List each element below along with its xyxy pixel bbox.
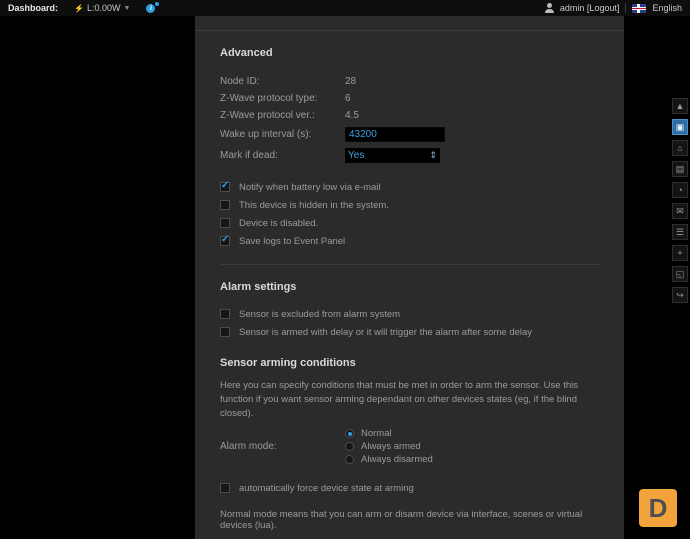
advanced-section-title: Advanced [220,47,273,59]
exit-icon: ↪ [676,289,684,300]
radio-label: Always disarmed [361,453,433,465]
mode-always-armed-radio[interactable] [345,441,354,451]
scroll-up-icon: ▲ [675,101,685,111]
move-icon: + [677,248,683,258]
power-consumption-widget[interactable]: ⚡ L:0.00W ▼ [74,3,130,13]
divider [625,3,627,13]
side-toolbar: ▲ ▣ ⌂ ▤ ◔ ✉ ☰ + ◱ ↪ [672,98,688,303]
checkbox-label: Save logs to Event Panel [239,235,346,247]
field-row: Mark if dead: Yes ⇕ [220,145,600,166]
checkbox-label: Sensor is armed with delay or it will tr… [239,326,533,338]
popout-button[interactable]: ◱ [672,266,688,282]
field-label: Z-Wave protocol ver.: [220,110,315,121]
sensor-arming-title: Sensor arming conditions [220,357,356,369]
field-row: Wake up interval (s): [220,124,600,145]
force-device-state-checkbox[interactable]: ✓ [220,483,230,494]
move-button[interactable]: + [672,245,688,261]
user-icon [544,3,554,13]
chevron-down-icon: ▼ [123,4,131,12]
topbar: Dashboard: ⚡ L:0.00W ▼ i admin [Logout] … [0,0,690,16]
mark-if-dead-select[interactable]: Yes ⇕ [345,148,440,163]
power-value: L:0.00W [86,3,121,13]
info-icon[interactable]: i [146,1,160,13]
lightning-icon: ⚡ [74,3,84,13]
field-row: Z-Wave protocol ver.: 4.5 [220,107,600,124]
normal-mode-note: Normal mode means that you can arm or di… [220,509,583,532]
save-logs-checkbox[interactable]: ✓ [220,234,230,246]
save-button[interactable]: ▣ [672,119,688,135]
field-row: Z-Wave protocol type: 6 [220,90,600,107]
mode-normal-radio[interactable] [345,428,354,438]
gauge-button[interactable]: ◔ [672,182,688,198]
checkbox-row: ✓ automatically force device state at ar… [220,479,600,497]
check-icon: ✓ [221,180,230,191]
node-id-value: 28 [345,76,357,87]
checkbox-row: ✓ This device is hidden in the system. [220,196,600,214]
checkbox-label: Notify when battery low via e-mail [239,181,381,193]
field-row: Node ID: 28 [220,73,600,90]
device-hidden-checkbox[interactable]: ✓ [220,200,230,210]
checkbox-label: Device is disabled. [239,217,319,229]
wake-up-interval-input[interactable] [345,127,445,142]
armed-with-delay-checkbox[interactable]: ✓ [220,327,230,337]
screen: Dashboard: ⚡ L:0.00W ▼ i admin [Logout] … [0,0,690,539]
messages-icon: ✉ [676,205,684,216]
arming-description: Here you can specify conditions that mus… [220,380,579,419]
checkbox-row: ✓ Save logs to Event Panel [220,232,600,250]
select-stepper-icon: ⇕ [429,150,437,160]
checkbox-row: ✓ Device is disabled. [220,214,600,232]
checkbox-row: ✓ Sensor is armed with delay or it will … [220,323,600,341]
scroll-up-button[interactable]: ▲ [672,98,688,114]
language-flag-icon [632,3,647,13]
device-settings-panel: Advanced Node ID: 28 Z-Wave protocol typ… [195,16,624,539]
dashboard-label: Dashboard: [8,3,59,13]
field-label: Node ID: [220,76,260,87]
logs-button[interactable]: ☰ [672,224,688,240]
alarm-settings-title: Alarm settings [220,281,297,293]
field-label: Z-Wave protocol type: [220,93,318,104]
radio-row: Normal [345,427,433,439]
checkbox-row: ✓ Notify when battery low via e-mail [220,178,600,196]
notification-dot [155,1,160,6]
excluded-from-alarm-checkbox[interactable]: ✓ [220,309,230,319]
divider [195,30,624,31]
device-disabled-checkbox[interactable]: ✓ [220,218,230,228]
checkbox-label: This device is hidden in the system. [239,199,389,211]
divider [220,264,600,265]
devices-button[interactable]: ▤ [672,161,688,177]
radio-label: Always armed [361,440,421,452]
protocol-version-value: 4.5 [345,110,359,121]
gauge-icon: ◔ [677,185,683,195]
logs-icon: ☰ [675,226,685,237]
checkbox-label: Sensor is excluded from alarm system [239,308,401,320]
radio-row: Always armed [345,440,433,452]
home-icon: ⌂ [677,143,683,153]
notify-battery-checkbox[interactable]: ✓ [220,180,230,192]
save-icon: ▣ [675,121,685,132]
alarm-mode-group: Alarm mode: Normal Always armed Always d… [220,427,600,465]
check-icon: ✓ [221,234,230,245]
protocol-type-value: 6 [345,93,351,104]
alarm-mode-label: Alarm mode: [220,440,277,452]
selected-value: Yes [348,150,365,161]
checkbox-label: automatically force device state at armi… [239,482,414,494]
exit-button[interactable]: ↪ [672,287,688,303]
topbar-right: admin [Logout] English [544,3,682,13]
d-badge[interactable]: D [639,489,677,527]
radio-row: Always disarmed [345,453,433,465]
home-button[interactable]: ⌂ [672,140,688,156]
field-label: Mark if dead: [220,150,278,161]
language-selector[interactable]: English [652,3,682,13]
user-logout-link[interactable]: admin [Logout] [560,3,620,13]
devices-icon: ▤ [675,163,685,174]
popout-icon: ◱ [675,268,685,279]
field-label: Wake up interval (s): [220,129,312,140]
messages-button[interactable]: ✉ [672,203,688,219]
radio-label: Normal [361,427,392,439]
mode-always-disarmed-radio[interactable] [345,454,354,464]
checkbox-row: ✓ Sensor is excluded from alarm system [220,305,600,323]
